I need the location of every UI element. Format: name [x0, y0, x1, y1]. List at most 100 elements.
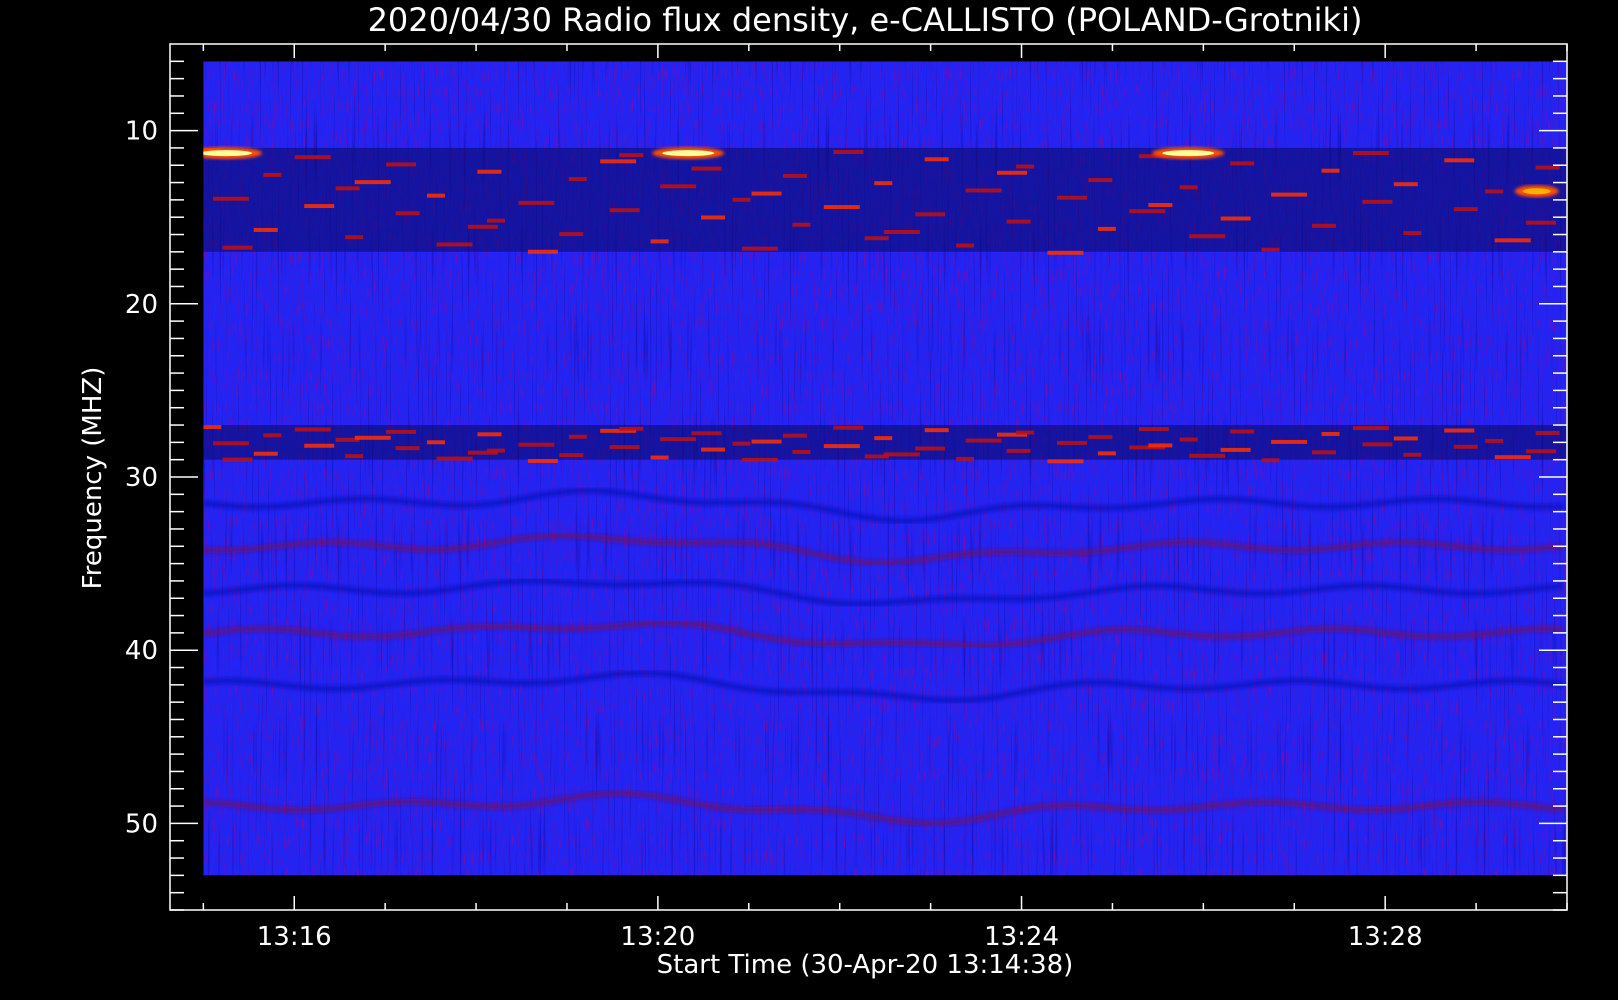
interference-speck: [354, 435, 391, 440]
interference-speck: [1220, 216, 1251, 221]
interference-speck: [833, 425, 864, 430]
interference-speck: [701, 447, 726, 452]
interference-speck: [691, 431, 722, 436]
interference-speck: [1453, 207, 1478, 212]
interference-speck: [691, 166, 722, 171]
interference-speck: [559, 232, 584, 237]
interference-speck: [956, 243, 975, 248]
interference-speck: [823, 205, 860, 210]
interference-speck: [1393, 436, 1418, 441]
interference-speck: [1189, 234, 1226, 239]
interference-speck: [619, 153, 644, 158]
burst-core: [1162, 150, 1215, 157]
interference-speck: [426, 440, 445, 445]
interference-speck: [833, 149, 864, 154]
interference-speck: [335, 186, 360, 191]
spectrogram-image: [203, 61, 1567, 876]
interference-speck: [924, 428, 949, 433]
interference-speck: [792, 222, 811, 227]
interference-speck: [1362, 442, 1393, 447]
interference-speck: [345, 235, 364, 240]
interference-speck: [660, 184, 697, 189]
interference-speck: [1485, 438, 1504, 443]
interference-speck: [386, 429, 417, 434]
interference-speck: [965, 438, 1002, 443]
y-tick-label: 50: [125, 809, 158, 839]
interference-speck: [1189, 453, 1226, 458]
interference-speck: [1403, 231, 1422, 236]
interference-speck: [600, 159, 637, 164]
interference-speck: [1179, 185, 1198, 190]
interference-speck: [212, 196, 249, 201]
interference-speck: [1261, 458, 1280, 463]
interference-speck: [1006, 219, 1031, 224]
interference-speck: [1494, 238, 1531, 243]
interference-speck: [1016, 430, 1035, 435]
interference-speck: [527, 458, 558, 463]
interference-speck: [915, 446, 946, 451]
interference-speck: [1352, 426, 1389, 431]
interference-speck: [751, 191, 782, 196]
interference-speck: [477, 432, 502, 437]
interference-speck: [1535, 430, 1560, 435]
interference-speck: [864, 236, 889, 241]
interference-speck: [1148, 443, 1173, 448]
interference-speck: [1088, 178, 1113, 183]
interference-speck: [732, 441, 751, 446]
interference-speck: [294, 427, 331, 432]
x-tick-label: 13:24: [984, 922, 1059, 952]
interference-speck: [345, 454, 364, 459]
interference-speck: [1444, 428, 1475, 433]
burst-core: [203, 150, 253, 157]
y-tick-label: 40: [125, 636, 158, 666]
interference-speck: [883, 452, 920, 457]
interference-speck: [1271, 192, 1308, 197]
interference-speck: [1129, 209, 1166, 214]
interference-speck: [1230, 429, 1255, 434]
interference-speck: [732, 197, 751, 202]
interference-speck: [568, 434, 587, 439]
interference-speck: [436, 242, 473, 247]
interference-speck: [924, 157, 949, 162]
interference-speck: [1097, 226, 1116, 231]
interference-speck: [1403, 452, 1422, 457]
interference-speck: [386, 162, 417, 167]
x-tick-label: 13:28: [1348, 922, 1423, 952]
x-tick-label: 13:20: [620, 922, 695, 952]
interference-speck: [1138, 427, 1169, 432]
y-tick-label: 10: [125, 117, 158, 147]
spectrogram-chart: 2020/04/30 Radio flux density, e-CALLIST…: [78, 1, 1568, 980]
interference-speck: [1444, 158, 1475, 163]
interference-speck: [1047, 250, 1084, 255]
interference-speck: [1097, 451, 1116, 456]
interference-speck: [741, 246, 778, 251]
interference-speck: [477, 169, 502, 174]
interference-speck: [1494, 455, 1531, 460]
interference-speck: [1393, 182, 1418, 187]
interference-speck: [1047, 459, 1084, 464]
interference-speck: [1352, 151, 1389, 156]
interference-speck: [609, 208, 640, 213]
interference-speck: [1179, 437, 1198, 442]
y-tick-label: 20: [125, 290, 158, 320]
interference-speck: [609, 445, 640, 450]
interference-speck: [1148, 202, 1173, 207]
interference-speck: [263, 433, 282, 438]
interference-speck: [222, 457, 253, 462]
interference-speck: [650, 455, 669, 460]
interference-speck: [956, 456, 975, 461]
interference-speck: [1321, 431, 1340, 436]
interference-speck: [559, 453, 584, 458]
interference-speck: [467, 224, 498, 229]
interference-speck: [965, 188, 1002, 193]
interference-speck: [915, 212, 946, 217]
interference-speck: [212, 441, 249, 446]
interference-speck: [1453, 444, 1478, 449]
interference-speck: [883, 230, 920, 235]
interference-speck: [395, 211, 420, 216]
interference-speck: [527, 249, 558, 254]
x-tick-label: 13:16: [257, 922, 332, 952]
interference-speck: [304, 204, 335, 209]
interference-speck: [874, 436, 893, 441]
interference-speck: [1088, 435, 1113, 440]
